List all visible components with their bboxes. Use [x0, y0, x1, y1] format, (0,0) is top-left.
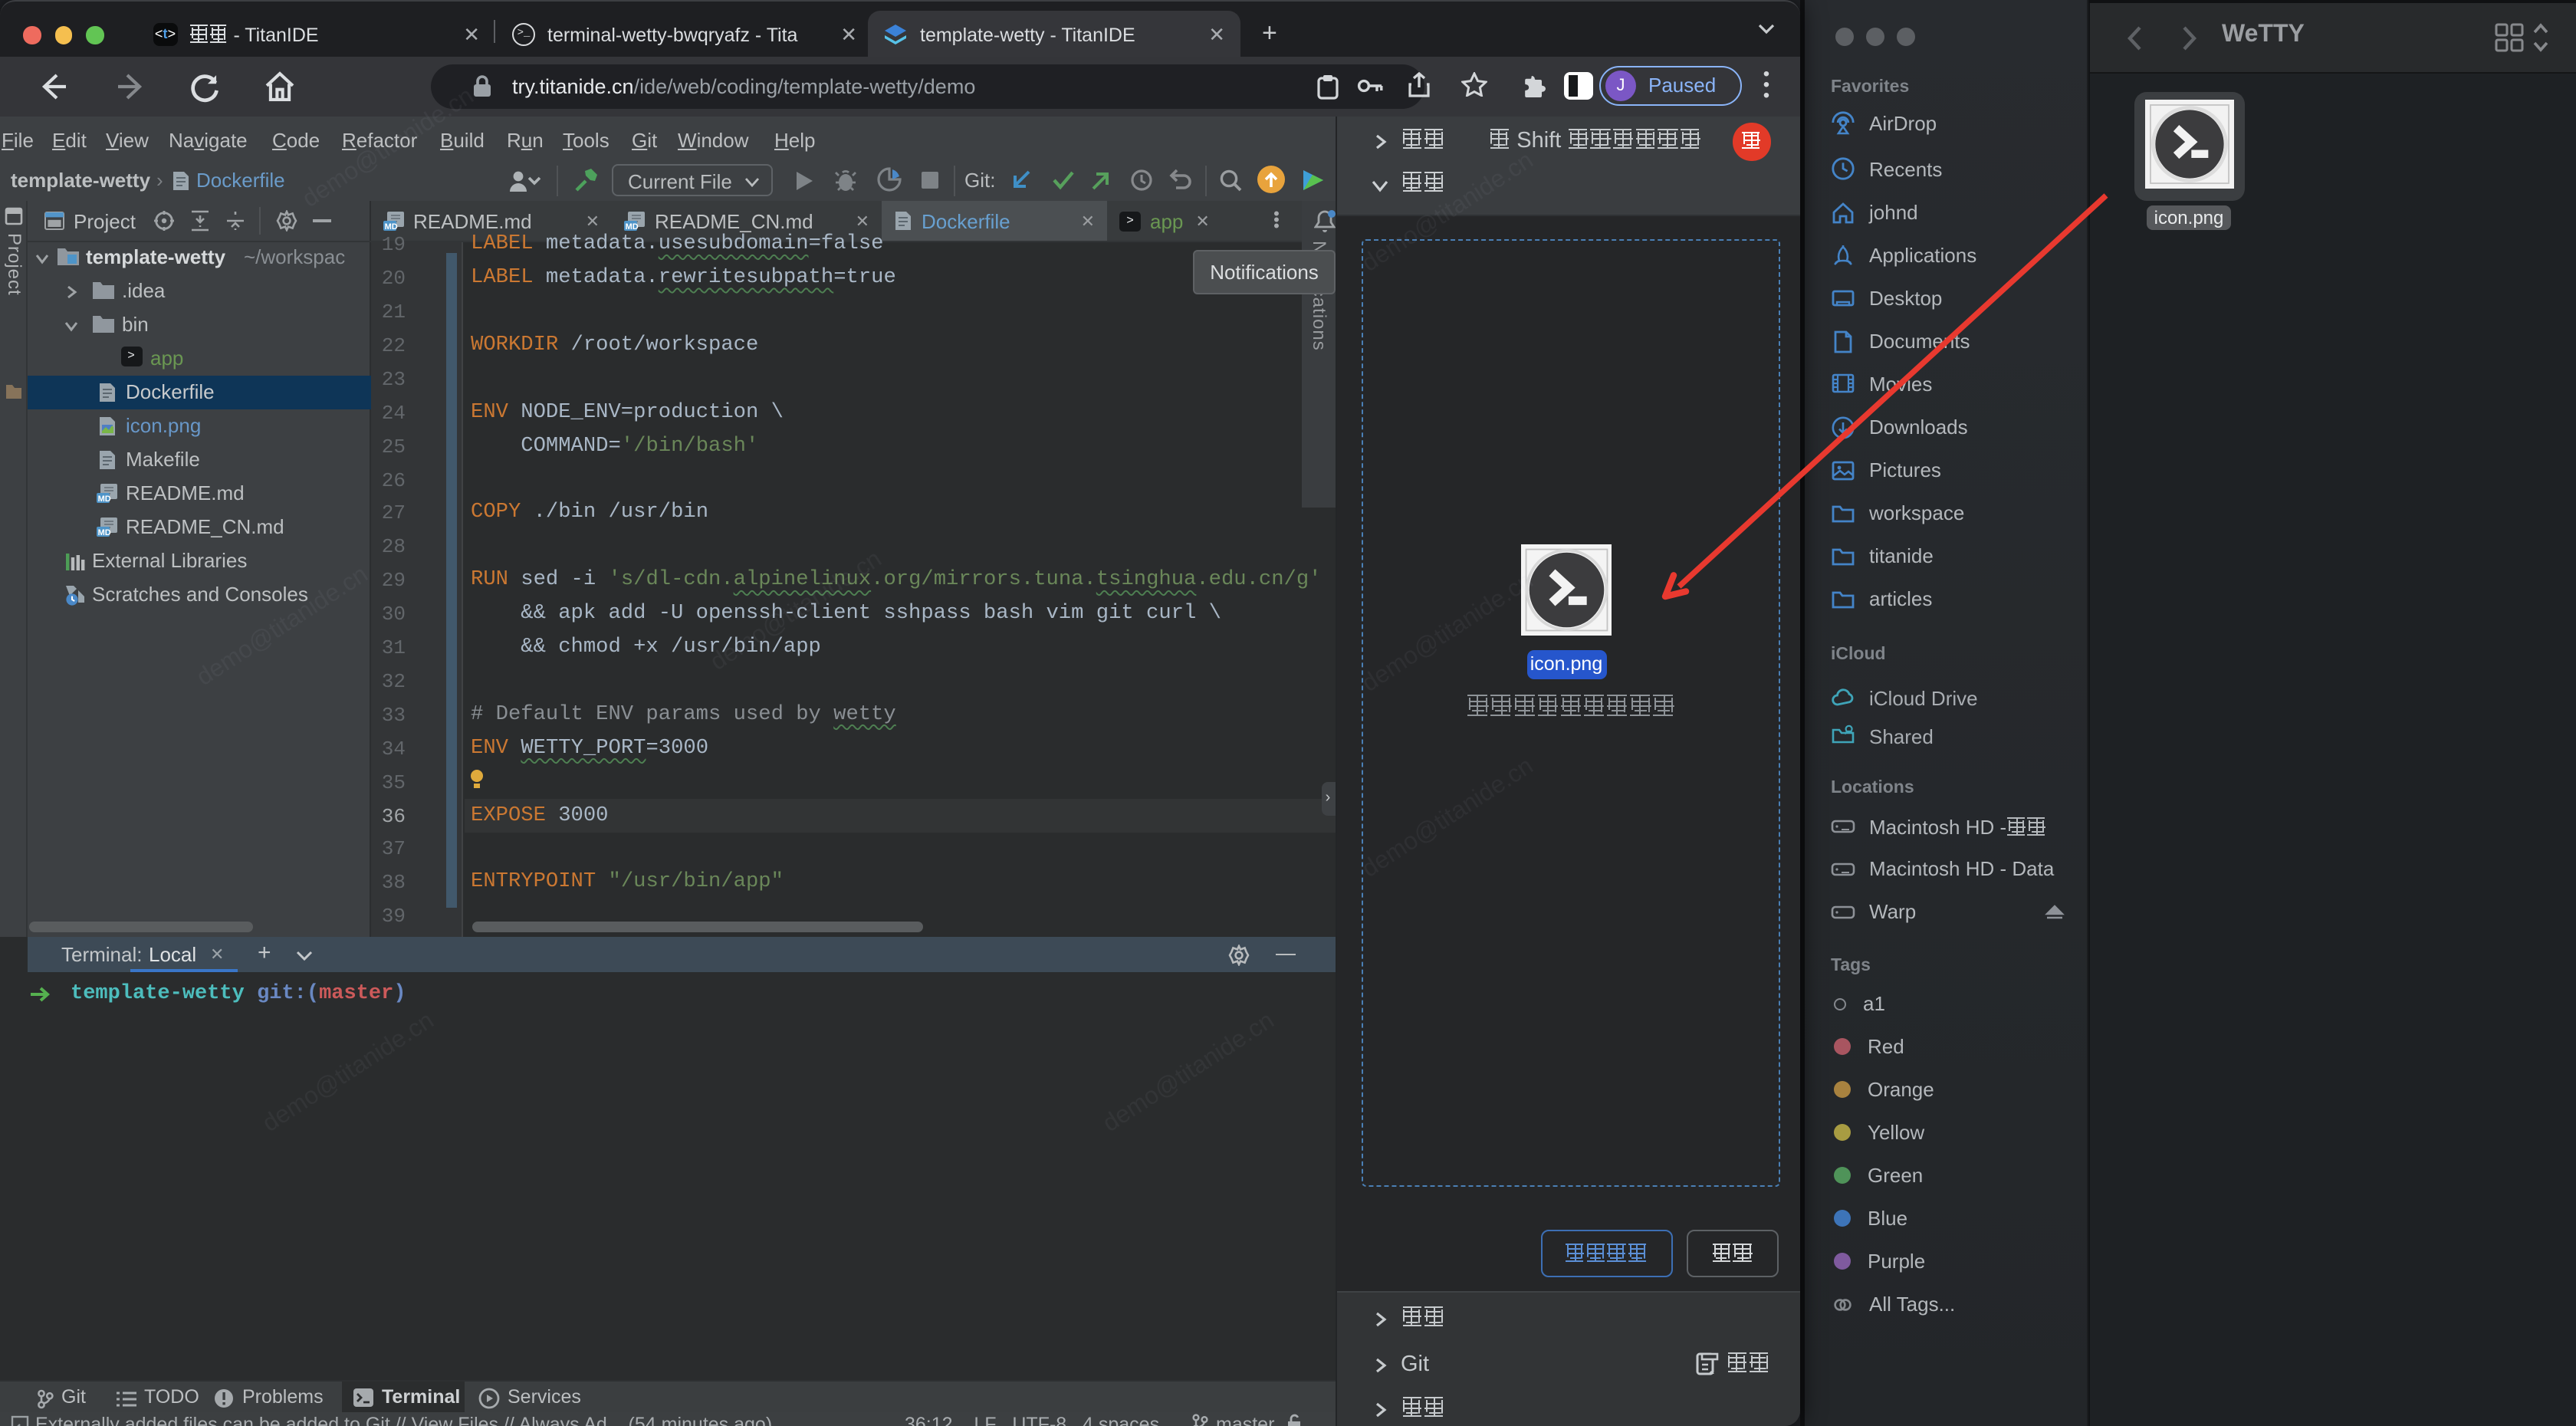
svg-text:MD: MD: [98, 495, 111, 504]
svg-text:MD: MD: [98, 528, 111, 537]
